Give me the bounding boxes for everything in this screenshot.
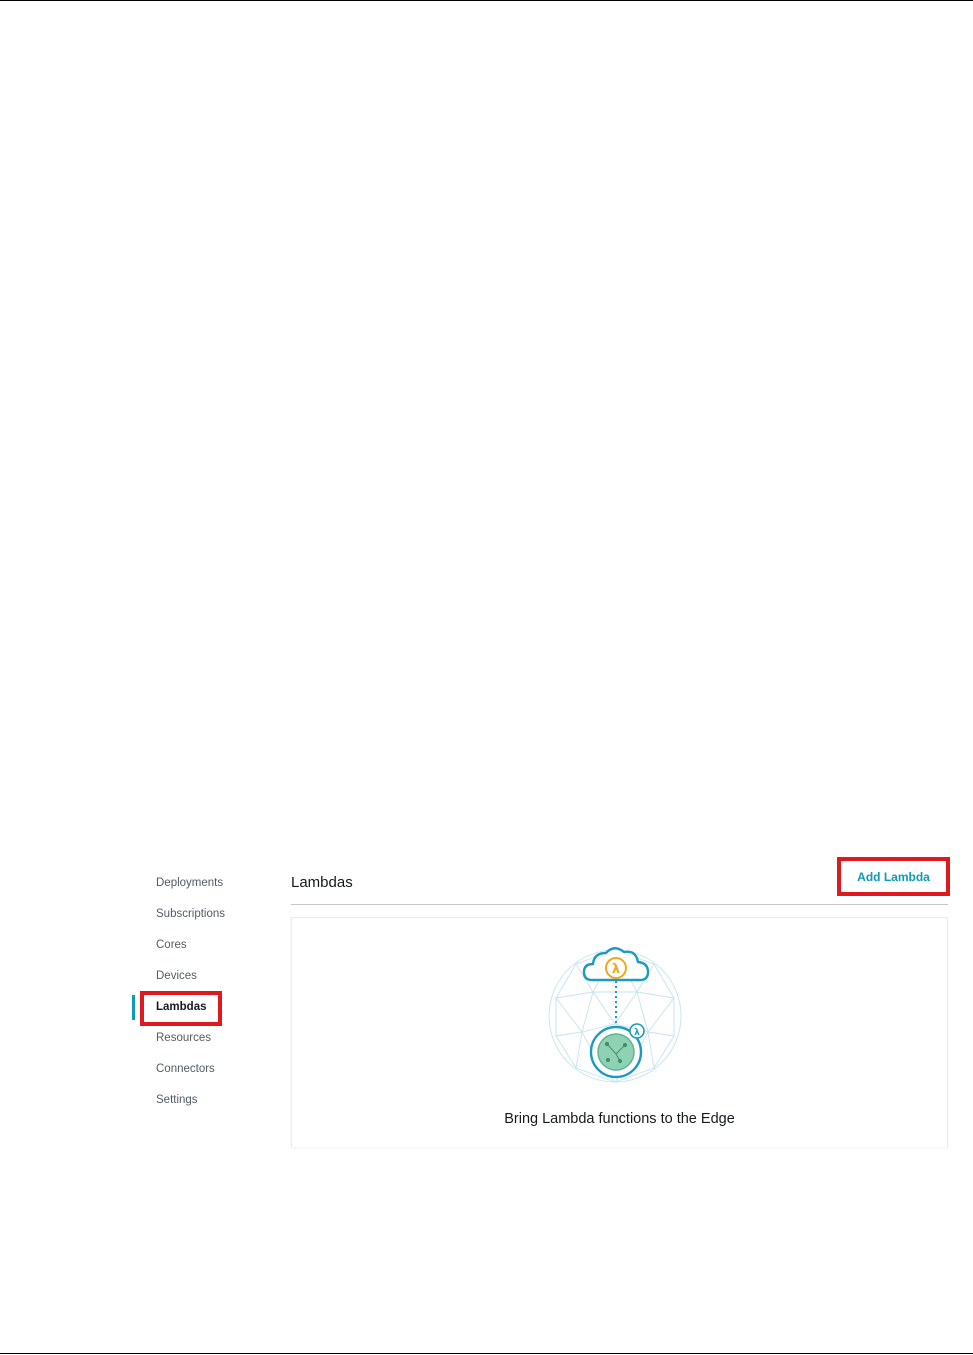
empty-state-card: λ λ Bring Lambda functions to the Edge <box>291 917 948 1147</box>
sidebar-item-resources[interactable]: Resources <box>132 1023 262 1054</box>
sidebar-item-cores[interactable]: Cores <box>132 930 262 961</box>
add-lambda-button[interactable]: Add Lambda <box>837 857 950 896</box>
sidebar-item-subscriptions[interactable]: Subscriptions <box>132 899 262 930</box>
svg-text:λ: λ <box>634 1028 640 1038</box>
page-title: Lambdas <box>291 874 353 891</box>
lambda-edge-illustration-icon: λ λ <box>548 947 682 1083</box>
sidebar-item-lambdas[interactable]: Lambdas <box>132 992 262 1023</box>
sidebar-item-connectors[interactable]: Connectors <box>132 1054 262 1085</box>
sidebar-item-deployments[interactable]: Deployments <box>132 868 262 899</box>
page-top-rule <box>0 0 973 1</box>
sidebar-item-devices[interactable]: Devices <box>132 961 262 992</box>
sidebar-item-settings[interactable]: Settings <box>132 1085 262 1116</box>
sidebar-nav: Deployments Subscriptions Cores Devices … <box>132 868 262 1116</box>
page-bottom-rule <box>0 1353 973 1354</box>
svg-text:λ: λ <box>612 962 620 977</box>
header-divider <box>291 904 948 905</box>
empty-state-caption: Bring Lambda functions to the Edge <box>504 1111 735 1127</box>
